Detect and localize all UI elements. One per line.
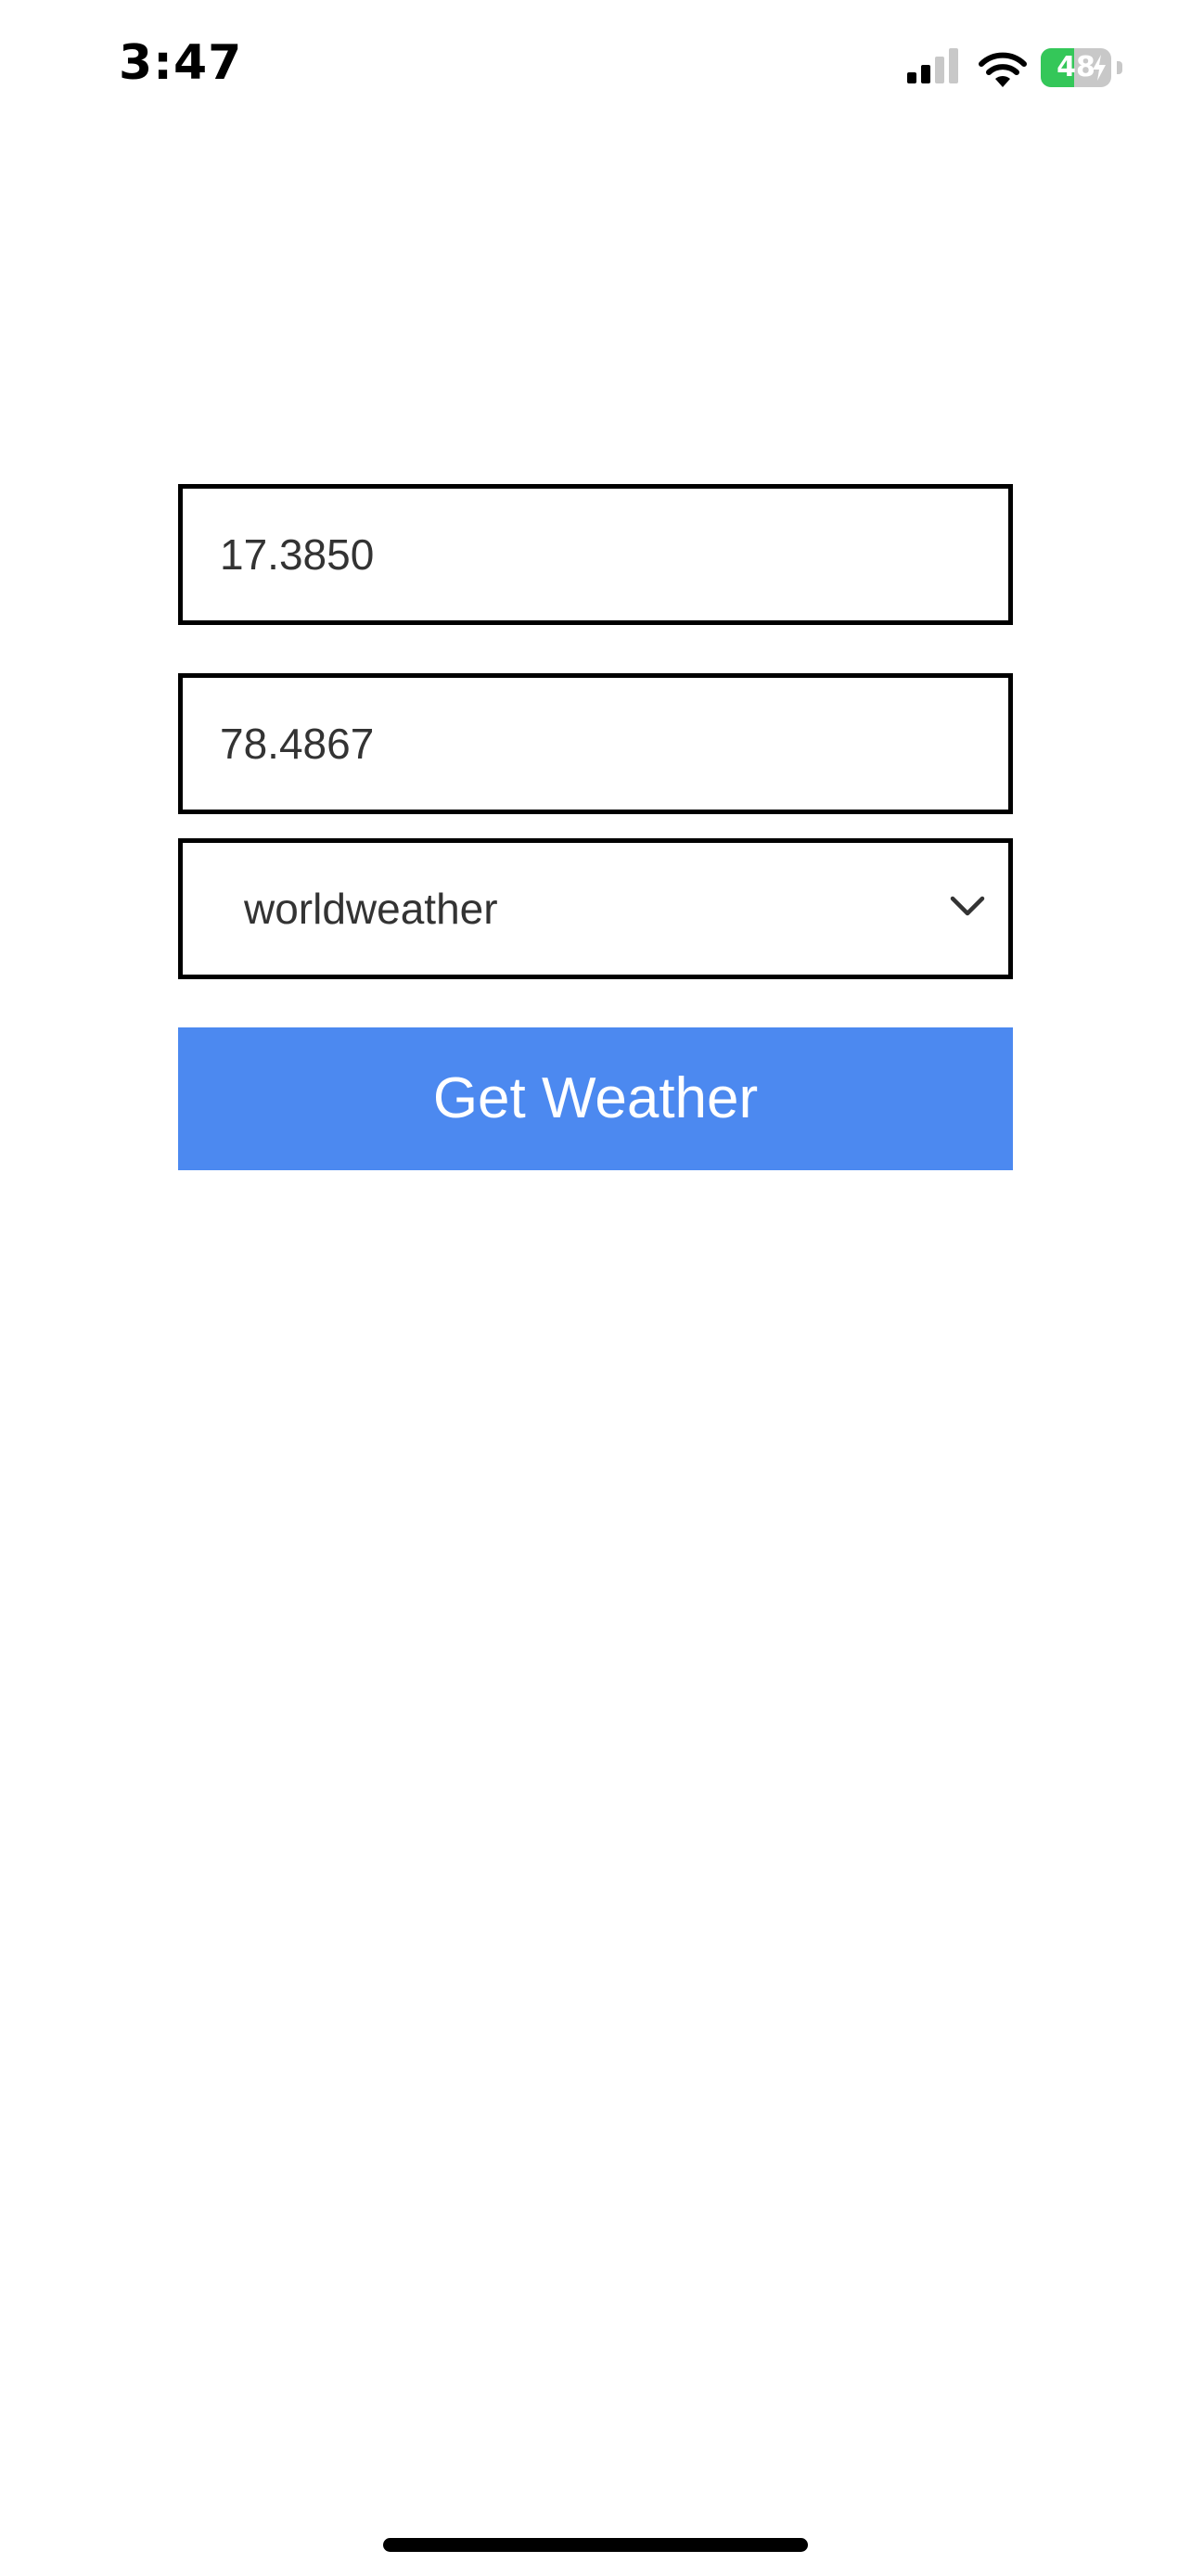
charging-bolt-icon — [1093, 55, 1106, 81]
get-weather-button[interactable]: Get Weather — [178, 1027, 1013, 1170]
status-time: 3:47 — [119, 35, 243, 91]
battery-icon: 48 — [1041, 48, 1122, 87]
longitude-input[interactable] — [183, 678, 1008, 810]
provider-select[interactable]: worldweather — [178, 838, 1013, 979]
battery-cap — [1117, 61, 1122, 74]
home-indicator[interactable] — [383, 2538, 808, 2552]
chevron-down-icon — [950, 896, 985, 916]
cellular-signal-icon — [907, 48, 958, 83]
latitude-field-container — [178, 484, 1013, 625]
wifi-icon — [979, 52, 1027, 87]
provider-select-value: worldweather — [244, 885, 498, 933]
weather-form: worldweather Get Weather — [178, 484, 1013, 1170]
status-bar: 3:47 48 — [0, 0, 1191, 139]
longitude-field-container — [178, 673, 1013, 814]
latitude-input[interactable] — [183, 489, 1008, 620]
